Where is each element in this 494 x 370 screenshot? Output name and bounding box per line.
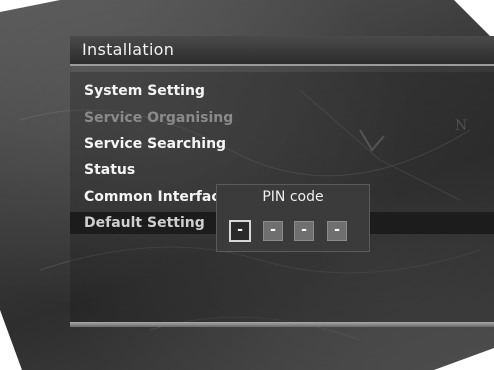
pin-digit-4[interactable]: - xyxy=(327,221,347,241)
menu-item-status[interactable]: Status xyxy=(84,159,135,181)
panel-bottom-divider xyxy=(70,322,494,327)
menu-item-common-interface[interactable]: Common Interfac xyxy=(84,186,220,208)
menu-item-label: Service Organising xyxy=(84,110,234,126)
menu-item-service-organising: Service Organising xyxy=(84,107,233,129)
menu-item-label: Service Searching xyxy=(84,136,227,152)
title-bar: Installation xyxy=(70,36,494,66)
menu-item-label: Status xyxy=(84,162,136,178)
menu-item-label: Default Setting xyxy=(84,215,205,231)
page-title: Installation xyxy=(82,40,175,59)
tv-screen: N Installation System Setting Service Or… xyxy=(0,0,494,370)
menu-item-service-searching[interactable]: Service Searching xyxy=(84,133,226,155)
pin-digit-3[interactable]: - xyxy=(294,221,314,241)
pin-digit-2[interactable]: - xyxy=(263,221,283,241)
pin-code-dialog: PIN code - - - - xyxy=(216,184,370,252)
menu-item-system-setting[interactable]: System Setting xyxy=(84,80,205,102)
pin-dialog-title: PIN code xyxy=(262,189,324,205)
menu-item-label: System Setting xyxy=(84,83,205,99)
pin-digit-1[interactable]: - xyxy=(229,220,251,242)
menu-item-label: Common Interfac xyxy=(84,189,220,205)
